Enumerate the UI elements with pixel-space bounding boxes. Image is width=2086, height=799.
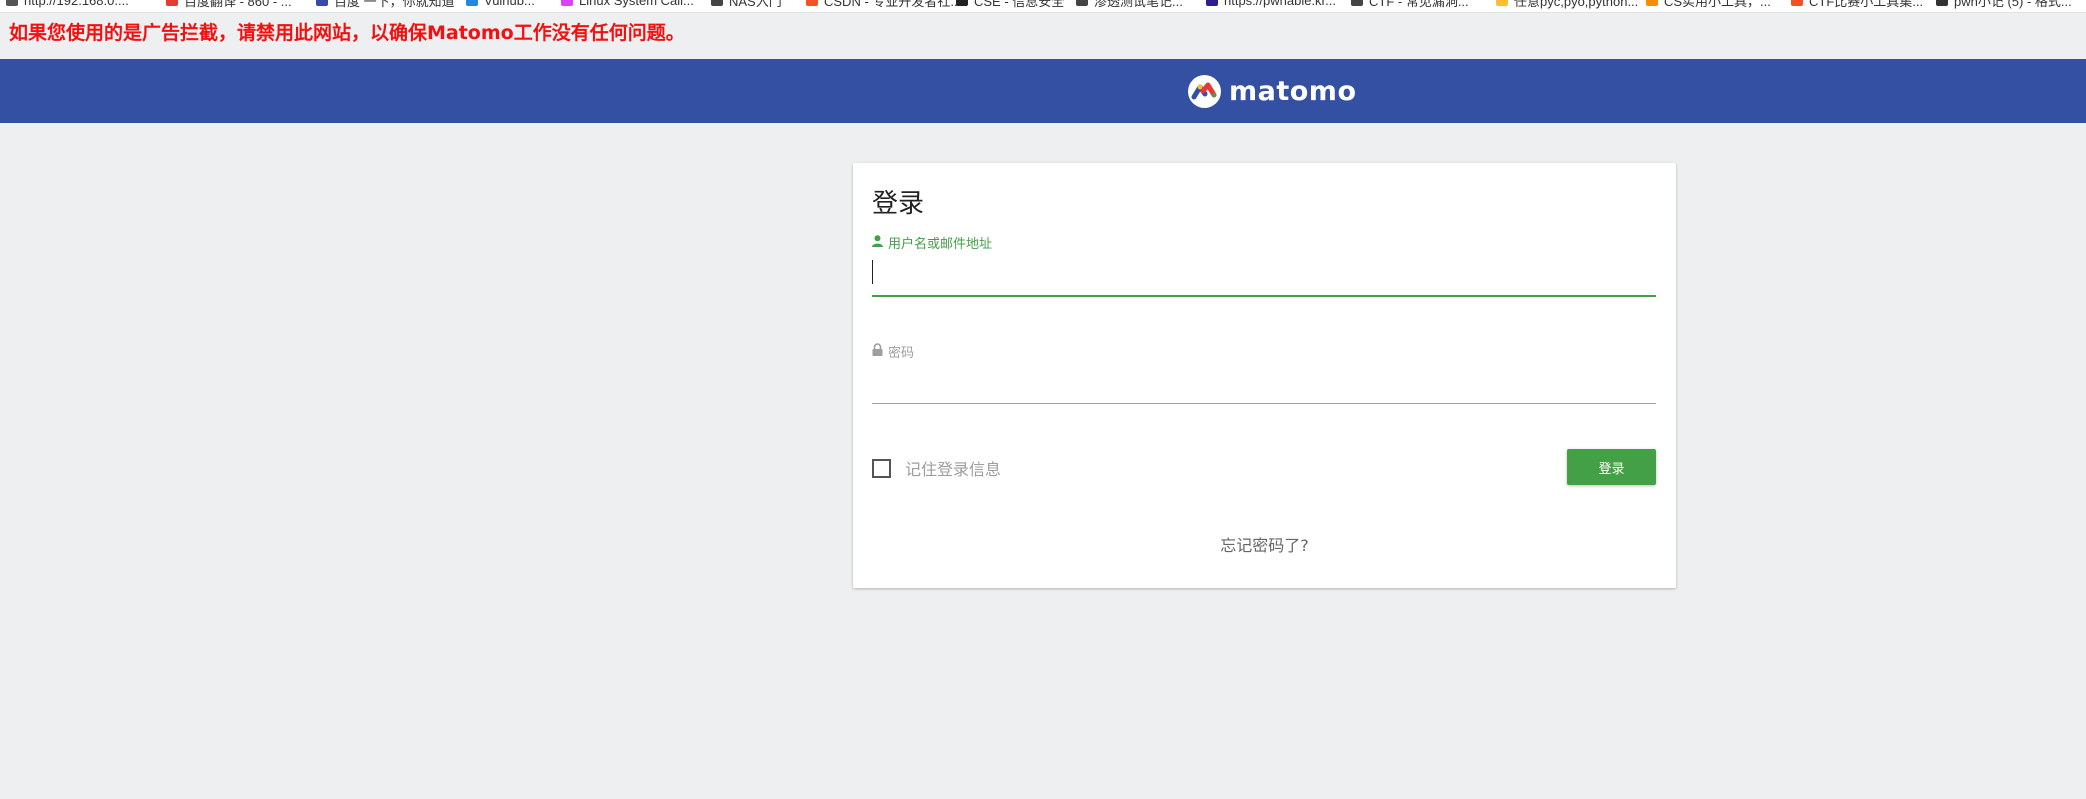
bookmark-favicon-icon [1646, 0, 1658, 6]
bookmark-item[interactable]: https://pwnable.kr... [1206, 0, 1337, 8]
remember-me[interactable]: 记住登录信息 [872, 456, 1001, 480]
bookmark-favicon-icon [1791, 0, 1803, 6]
bookmark-label: pwn小记 (5) - 格式... [1954, 0, 2072, 9]
bookmark-item[interactable]: 渗透测试笔记... [1076, 0, 1183, 9]
bookmark-item[interactable]: 百度翻译 - 860 - ... [166, 0, 292, 9]
brand[interactable]: matomo [1188, 74, 1357, 108]
bookmark-favicon-icon [1351, 0, 1363, 6]
login-button[interactable]: 登录 [1567, 449, 1656, 485]
bookmark-favicon-icon [1496, 0, 1508, 6]
bookmark-item[interactable]: 百度 一下，你就知道 [316, 0, 455, 9]
bookmark-label: NAS入门 [729, 0, 782, 9]
bookmark-label: http://192.168.0.... [24, 0, 129, 8]
bookmark-label: 百度 一下，你就知道 [334, 0, 455, 9]
login-card: 登录 用户名或邮件地址 密码 记住登录信息 登录 忘记密码了? [853, 163, 1676, 588]
bookmark-favicon-icon [466, 0, 478, 6]
remember-label: 记住登录信息 [905, 460, 1002, 479]
bookmark-label: 渗透测试笔记... [1094, 0, 1183, 9]
bookmark-favicon-icon [316, 0, 328, 6]
user-icon [872, 234, 883, 251]
password-label: 密码 [872, 342, 914, 361]
username-label-text: 用户名或邮件地址 [888, 237, 993, 252]
username-label: 用户名或邮件地址 [872, 233, 992, 252]
forgot-password-link[interactable]: 忘记密码了? [853, 532, 1676, 556]
bookmark-favicon-icon [806, 0, 818, 6]
bookmark-favicon-icon [1076, 0, 1088, 6]
matomo-logo-icon [1188, 74, 1221, 108]
bookmark-favicon-icon [1936, 0, 1948, 6]
bookmark-item[interactable]: CSDN - 专业开发者社... [806, 0, 962, 9]
adblock-warning: 如果您使用的是广告拦截，请禁用此网站，以确保Matomo工作没有任何问题。 [9, 22, 685, 44]
bookmark-item[interactable]: http://192.168.0.... [6, 0, 129, 8]
brand-name: matomo [1229, 75, 1357, 107]
remember-checkbox[interactable] [872, 458, 891, 478]
bookmark-item[interactable]: pwn小记 (5) - 格式... [1936, 0, 2072, 9]
bookmark-label: 任意pyc,pyo,python... [1514, 0, 1639, 9]
username-input[interactable] [872, 255, 1656, 297]
bookmark-label: CTF比赛小工具集... [1809, 0, 1924, 9]
lock-icon [872, 343, 883, 360]
bookmark-favicon-icon [956, 0, 968, 6]
bookmark-label: https://pwnable.kr... [1224, 0, 1337, 8]
bookmark-favicon-icon [1206, 0, 1218, 6]
bookmark-item[interactable]: 任意pyc,pyo,python... [1496, 0, 1639, 9]
bookmark-item[interactable]: CTF - 常见漏洞... [1351, 0, 1469, 9]
bookmark-favicon-icon [561, 0, 573, 6]
bookmark-label: CSE - 信息安全 [974, 0, 1065, 9]
bookmark-item[interactable]: CTF比赛小工具集... [1791, 0, 1924, 9]
bookmark-item[interactable]: NAS入门 [711, 0, 782, 9]
bookmark-favicon-icon [711, 0, 723, 6]
bookmark-item[interactable]: CS实用小工具，... [1646, 0, 1771, 9]
bookmark-label: Vulhub... [484, 0, 535, 8]
bookmark-item[interactable]: CSE - 信息安全 [956, 0, 1065, 9]
top-header-bar: matomo [0, 59, 2086, 123]
bookmark-item[interactable]: Linux System Call... [561, 0, 694, 8]
bookmark-label: CS实用小工具，... [1664, 0, 1771, 9]
password-label-text: 密码 [888, 346, 915, 361]
bookmark-item[interactable]: Vulhub... [466, 0, 535, 8]
bookmark-favicon-icon [6, 0, 18, 6]
bookmarks-bar: http://192.168.0.... 百度翻译 - 860 - ... 百度 一… [0, 0, 2086, 13]
bookmark-label: CTF - 常见漏洞... [1369, 0, 1469, 9]
bookmark-label: 百度翻译 - 860 - ... [184, 0, 292, 9]
bookmark-label: Linux System Call... [579, 0, 694, 8]
password-input[interactable] [872, 363, 1656, 404]
text-cursor [872, 260, 873, 284]
bookmark-favicon-icon [166, 0, 178, 6]
bookmark-label: CSDN - 专业开发者社... [824, 0, 962, 9]
login-title: 登录 [872, 189, 925, 219]
